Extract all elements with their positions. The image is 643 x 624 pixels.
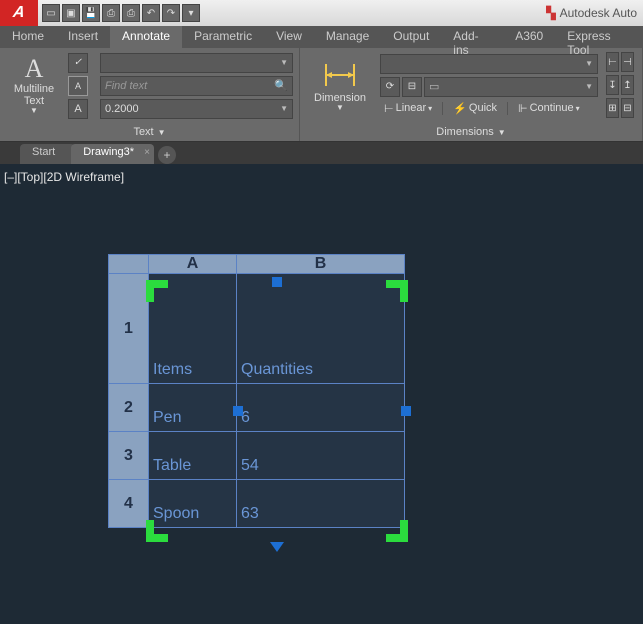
dimension-button[interactable]: Dimension ▼: [308, 52, 372, 118]
continue-dim-button[interactable]: ⊩Continue ▾: [514, 100, 584, 117]
cell-b3[interactable]: 54: [237, 432, 405, 480]
qat-saveas-icon[interactable]: ⎙: [102, 4, 120, 22]
row-header-4[interactable]: 4: [109, 480, 149, 528]
tab-manage[interactable]: Manage: [314, 26, 381, 48]
text-a-box-button[interactable]: A: [68, 76, 88, 96]
dim-layer-dropdown[interactable]: ▭▼: [424, 77, 598, 97]
col-header-b[interactable]: B: [237, 255, 405, 274]
quick-dim-button[interactable]: ⚡Quick: [449, 100, 501, 117]
cell-b4[interactable]: 63: [237, 480, 405, 528]
quick-icon: ⚡: [453, 102, 467, 115]
qat-redo-icon[interactable]: ↷: [162, 4, 180, 22]
dim-tool4-button[interactable]: ↥: [621, 75, 634, 95]
close-icon[interactable]: ×: [144, 147, 150, 158]
search-icon[interactable]: 🔍: [274, 79, 288, 92]
linear-dim-button[interactable]: ⊢Linear ▾: [380, 100, 436, 117]
qat-open-icon[interactable]: ▣: [62, 4, 80, 22]
dimensions-panel: Dimension ▼ ▼ ⟳ ⊟ ▭▼ ⊢Linear ▾ ⚡Quick: [300, 48, 643, 141]
qat-dropdown-icon[interactable]: ▾: [182, 4, 200, 22]
text-height-dropdown[interactable]: 0.2000▼: [100, 99, 293, 119]
multiline-text-button[interactable]: A Multiline Text ▼: [6, 52, 62, 119]
dim-style-dropdown[interactable]: ▼: [380, 54, 598, 74]
dim-tool6-button[interactable]: ⊟: [621, 98, 634, 118]
doc-tab-drawing3[interactable]: Drawing3*×: [71, 144, 154, 164]
dimension-icon: [320, 58, 360, 92]
ribbon-tabs: Home Insert Annotate Parametric View Man…: [0, 26, 643, 48]
app-logo[interactable]: A: [0, 0, 38, 26]
qat-new-icon[interactable]: ▭: [42, 4, 60, 22]
text-style-dropdown[interactable]: ▼: [100, 53, 293, 73]
tab-insert[interactable]: Insert: [56, 26, 110, 48]
viewport-label[interactable]: [–][Top][2D Wireframe]: [4, 170, 124, 184]
drawing-canvas[interactable]: [–][Top][2D Wireframe] A B 1 Items Quant…: [0, 164, 643, 624]
tab-addins[interactable]: Add-ins: [441, 26, 503, 48]
dim-tool2-button[interactable]: ⊣: [621, 52, 634, 72]
ribbon-body: A Multiline Text ▼ ✓ A A ▼ Find text🔍 0.…: [0, 48, 643, 142]
qat-save-icon[interactable]: 💾: [82, 4, 100, 22]
new-tab-button[interactable]: +: [158, 146, 176, 164]
cell-a1[interactable]: Items: [149, 274, 237, 384]
dim-tool5-button[interactable]: ⊞: [606, 98, 619, 118]
text-panel-title[interactable]: Text▼: [0, 123, 299, 141]
tab-express[interactable]: Express Tool: [555, 26, 643, 48]
tab-annotate[interactable]: Annotate: [110, 26, 182, 48]
continue-icon: ⊩: [518, 102, 528, 115]
tab-a360[interactable]: A360: [503, 26, 555, 48]
dim-break-button[interactable]: ⊟: [402, 77, 422, 97]
chevron-down-icon: ▼: [30, 107, 38, 116]
row-header-1[interactable]: 1: [109, 274, 149, 384]
qat-plot-icon[interactable]: ⎙: [122, 4, 140, 22]
col-header-a[interactable]: A: [149, 255, 237, 274]
app-title: ▚ Autodesk Auto: [546, 6, 643, 20]
title-bar: A ▭ ▣ 💾 ⎙ ⎙ ↶ ↷ ▾ ▚ Autodesk Auto: [0, 0, 643, 26]
grip-mid-bottom[interactable]: [270, 542, 284, 552]
selected-table[interactable]: A B 1 Items Quantities 2 Pen 6 3 Table 5…: [108, 254, 405, 532]
autodesk-logo-icon: ▚: [546, 6, 555, 20]
find-text-input[interactable]: Find text🔍: [100, 76, 293, 96]
tab-home[interactable]: Home: [0, 26, 56, 48]
tab-parametric[interactable]: Parametric: [182, 26, 264, 48]
dim-update-button[interactable]: ⟳: [380, 77, 400, 97]
chevron-down-icon: ▼: [498, 128, 506, 137]
chevron-down-icon: ▼: [336, 104, 344, 113]
tab-view[interactable]: View: [264, 26, 314, 48]
text-big-icon: A: [25, 55, 44, 84]
row-header-2[interactable]: 2: [109, 384, 149, 432]
cell-b1[interactable]: Quantities: [237, 274, 405, 384]
tab-output[interactable]: Output: [381, 26, 441, 48]
dim-tool3-button[interactable]: ↧: [606, 75, 619, 95]
text-a-letter-button[interactable]: A: [68, 99, 88, 119]
cell-a3[interactable]: Table: [149, 432, 237, 480]
text-panel: A Multiline Text ▼ ✓ A A ▼ Find text🔍 0.…: [0, 48, 300, 141]
cell-b2[interactable]: 6: [237, 384, 405, 432]
doc-tab-start[interactable]: Start: [20, 144, 75, 164]
cell-a2[interactable]: Pen: [149, 384, 237, 432]
dimensions-panel-title[interactable]: Dimensions▼: [300, 123, 642, 141]
qat-undo-icon[interactable]: ↶: [142, 4, 160, 22]
cell-a4[interactable]: Spoon: [149, 480, 237, 528]
chevron-down-icon: ▼: [158, 128, 166, 137]
dim-tool1-button[interactable]: ⊢: [606, 52, 619, 72]
linear-icon: ⊢: [384, 102, 394, 115]
spellcheck-button[interactable]: ✓: [68, 53, 88, 73]
table-corner[interactable]: [109, 255, 149, 274]
quick-access-toolbar: ▭ ▣ 💾 ⎙ ⎙ ↶ ↷ ▾: [38, 4, 204, 22]
document-tabs: Start Drawing3*× +: [0, 142, 643, 164]
row-header-3[interactable]: 3: [109, 432, 149, 480]
